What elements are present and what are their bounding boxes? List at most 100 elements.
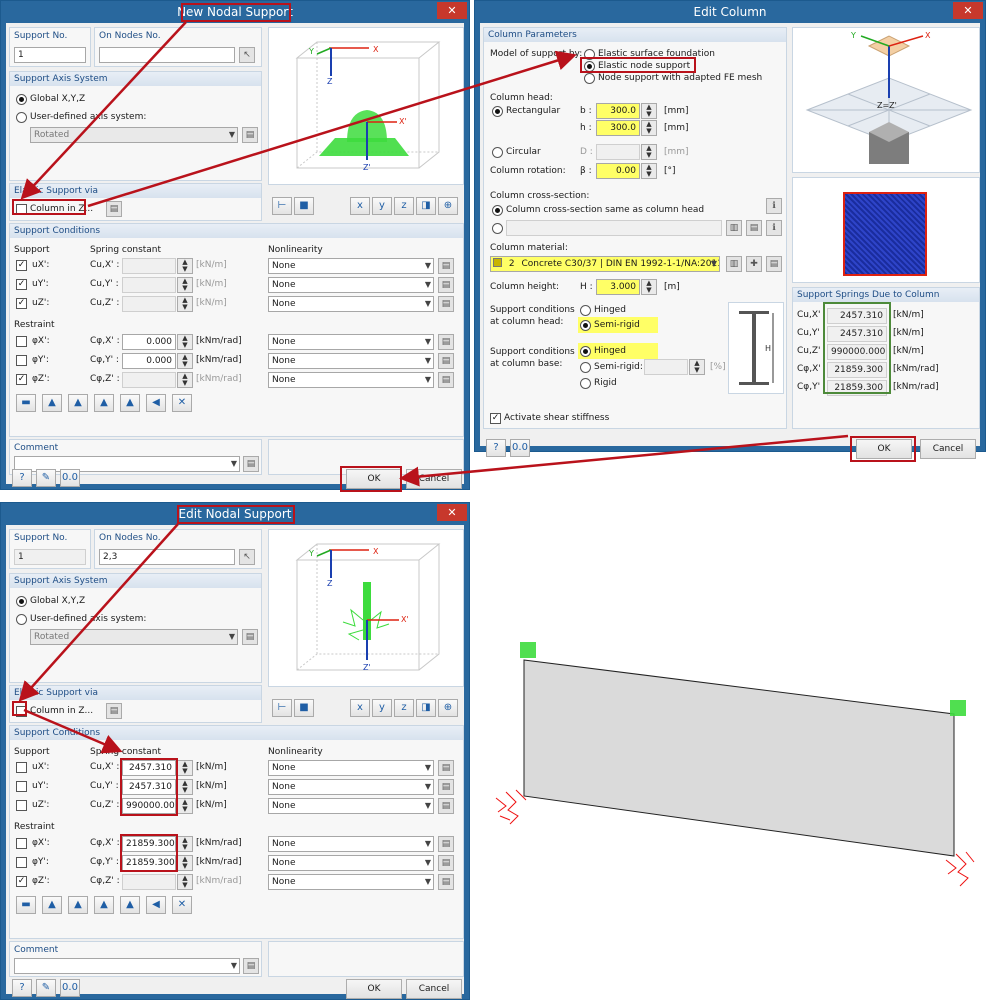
view-axis-icon[interactable]: ⊢	[272, 699, 292, 717]
close-button[interactable]: ✕	[437, 504, 467, 521]
nonlinearity-edit-icon[interactable]: ▤	[438, 353, 454, 369]
info-icon[interactable]: ℹ	[766, 220, 782, 236]
close-button[interactable]: ✕	[953, 2, 983, 19]
material-library-icon[interactable]: ▥	[726, 256, 742, 272]
spring-stepper[interactable]: ▲ ▼	[177, 855, 193, 871]
roller-y-icon[interactable]: ▲	[120, 394, 140, 412]
base-semi-stepper[interactable]: ▲ ▼	[689, 359, 705, 375]
hinged-support-icon[interactable]: ▲	[42, 896, 62, 914]
fixed-support-icon[interactable]: ▬	[16, 896, 36, 914]
view-z-icon[interactable]: z	[394, 699, 414, 717]
height-field[interactable]: 3.000	[596, 279, 640, 295]
view-axis-icon[interactable]: ⊢	[272, 197, 292, 215]
spring-stepper[interactable]: ▲ ▼	[177, 277, 193, 293]
spring-constant-field[interactable]: 0.000	[122, 353, 176, 369]
support-checkbox[interactable]	[16, 800, 27, 811]
clear-support-icon[interactable]: ✕	[172, 394, 192, 412]
b-stepper[interactable]: ▲ ▼	[641, 103, 657, 119]
info-icon[interactable]: ℹ	[766, 198, 782, 214]
adapted-mesh-radio[interactable]	[584, 73, 595, 84]
support-checkbox[interactable]: ✓	[16, 876, 27, 887]
nonlinearity-edit-icon[interactable]: ▤	[438, 258, 454, 274]
edit-section-icon[interactable]: ▤	[746, 220, 762, 236]
height-stepper[interactable]: ▲ ▼	[641, 279, 657, 295]
column-edit-icon[interactable]: ▤	[106, 201, 122, 217]
nonlinearity-select[interactable]: None ▼	[268, 277, 434, 293]
cancel-button[interactable]: Cancel	[406, 469, 462, 489]
cross-same-radio[interactable]	[492, 205, 503, 216]
support-checkbox[interactable]	[16, 355, 27, 366]
pick-nodes-icon[interactable]: ↖	[239, 549, 255, 565]
head-semi-radio[interactable]	[580, 320, 591, 331]
comment-library-icon[interactable]: ▤	[243, 958, 259, 974]
nonlinearity-select[interactable]: None ▼	[268, 855, 434, 871]
spring-stepper[interactable]: ▲ ▼	[177, 874, 193, 890]
roller-x-icon[interactable]: ▲	[94, 896, 114, 914]
cancel-button[interactable]: Cancel	[920, 439, 976, 459]
edit-icon[interactable]: ✎	[36, 469, 56, 487]
b-field[interactable]: 300.0	[596, 103, 640, 119]
view-y-icon[interactable]: y	[372, 699, 392, 717]
column-edit-icon[interactable]: ▤	[106, 703, 122, 719]
view-iso-icon[interactable]: ◨	[416, 699, 436, 717]
base-semi-radio[interactable]	[580, 362, 591, 373]
h-field[interactable]: 300.0	[596, 120, 640, 136]
d-stepper[interactable]: ▲ ▼	[641, 144, 657, 160]
spring-stepper[interactable]: ▲ ▼	[177, 334, 193, 350]
edit-axis-icon[interactable]: ▤	[242, 629, 258, 645]
library-icon[interactable]: ▥	[726, 220, 742, 236]
cross-custom-radio[interactable]	[492, 223, 503, 234]
view-x-icon[interactable]: x	[350, 197, 370, 215]
nonlinearity-edit-icon[interactable]: ▤	[438, 798, 454, 814]
nonlinearity-select[interactable]: None ▼	[268, 779, 434, 795]
units-icon[interactable]: 0.0	[60, 469, 80, 487]
support-checkbox[interactable]: ✓	[16, 279, 27, 290]
view-x-icon[interactable]: x	[350, 699, 370, 717]
nonlinearity-select[interactable]: None ▼	[268, 258, 434, 274]
hinged-support-icon[interactable]: ▲	[42, 394, 62, 412]
roller-support-icon[interactable]: ▲	[68, 394, 88, 412]
rotated-select[interactable]: Rotated ▼	[30, 629, 238, 645]
help-icon[interactable]: ?	[486, 439, 506, 457]
nonlinearity-select[interactable]: None ▼	[268, 372, 434, 388]
clear-support-icon[interactable]: ✕	[172, 896, 192, 914]
support-no-field[interactable]: 1	[14, 549, 86, 565]
base-semi-field[interactable]	[644, 359, 688, 375]
nonlinearity-edit-icon[interactable]: ▤	[438, 296, 454, 312]
view-y-icon[interactable]: y	[372, 197, 392, 215]
edit-material-icon[interactable]: ▤	[766, 256, 782, 272]
spring-stepper[interactable]: ▲ ▼	[177, 760, 193, 776]
comment-select[interactable]: ▼	[14, 958, 240, 974]
view-solid-icon[interactable]: ■	[294, 197, 314, 215]
nonlinearity-select[interactable]: None ▼	[268, 334, 434, 350]
units-icon[interactable]: 0.0	[510, 439, 530, 457]
units-icon[interactable]: 0.0	[60, 979, 80, 997]
free-support-icon[interactable]: ◀	[146, 394, 166, 412]
edit-axis-icon[interactable]: ▤	[242, 127, 258, 143]
close-button[interactable]: ✕	[437, 2, 467, 19]
view-solid-icon[interactable]: ■	[294, 699, 314, 717]
comment-library-icon[interactable]: ▤	[243, 456, 259, 472]
global-radio[interactable]	[16, 94, 27, 105]
cancel-button[interactable]: Cancel	[406, 979, 462, 999]
material-select[interactable]: 2 Concrete C30/37 | DIN EN 1992-1-1/NA:2…	[490, 256, 720, 272]
nonlinearity-edit-icon[interactable]: ▤	[438, 334, 454, 350]
pick-nodes-icon[interactable]: ↖	[239, 47, 255, 63]
spring-constant-field[interactable]	[122, 874, 176, 890]
nonlinearity-edit-icon[interactable]: ▤	[438, 760, 454, 776]
nonlinearity-select[interactable]: None ▼	[268, 296, 434, 312]
nonlinearity-edit-icon[interactable]: ▤	[438, 779, 454, 795]
help-icon[interactable]: ?	[12, 469, 32, 487]
new-material-icon[interactable]: ✚	[746, 256, 762, 272]
global-radio[interactable]	[16, 596, 27, 607]
base-rigid-radio[interactable]	[580, 378, 591, 389]
nonlinearity-select[interactable]: None ▼	[268, 798, 434, 814]
view-zoom-icon[interactable]: ⊕	[438, 699, 458, 717]
ok-button[interactable]: OK	[346, 979, 402, 999]
support-checkbox[interactable]	[16, 336, 27, 347]
roller-x-icon[interactable]: ▲	[94, 394, 114, 412]
beta-field[interactable]: 0.00	[596, 163, 640, 179]
support-checkbox[interactable]	[16, 781, 27, 792]
spring-constant-field[interactable]	[122, 277, 176, 293]
support-checkbox[interactable]: ✓	[16, 260, 27, 271]
